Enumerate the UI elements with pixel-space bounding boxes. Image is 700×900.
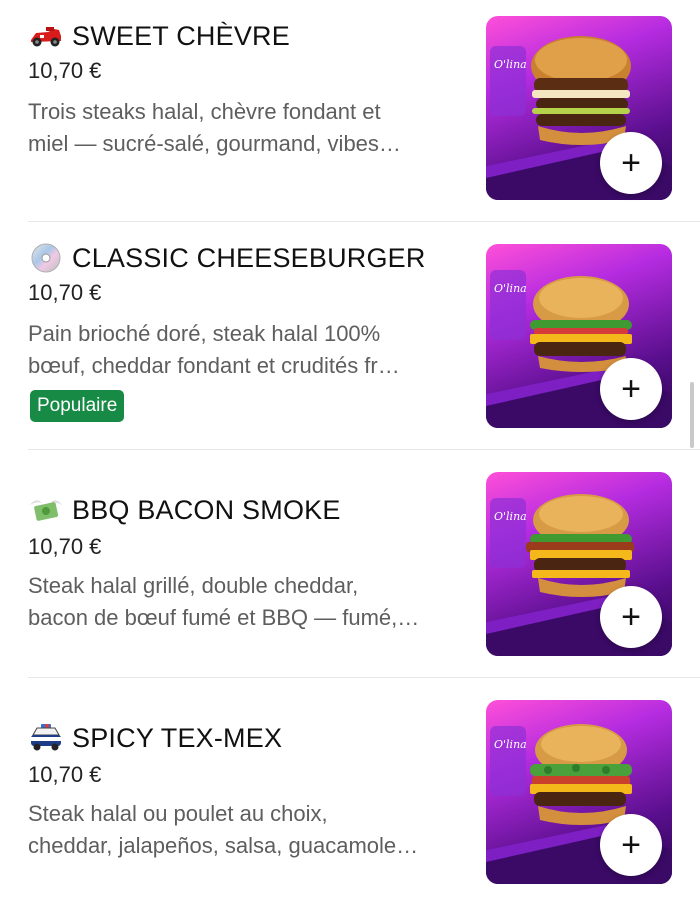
item-price: 10,70 € [28,762,102,787]
item-description: Steak halal ou poulet au choix, cheddar,… [28,798,468,862]
item-description: Pain brioché doré, steak halal 100% bœuf… [28,318,468,382]
menu-item[interactable]: SPICY TEX-MEX 10,70 € Steak halal ou pou… [0,678,700,900]
add-to-cart-button[interactable]: + [600,814,662,876]
scrollbar[interactable] [690,382,694,448]
item-title-row: BBQ BACON SMOKE [28,492,341,528]
description-line: Steak halal ou poulet au choix, [28,801,328,826]
description-line: cheddar, jalapeños, salsa, guacamole… [28,833,419,858]
popular-badge: Populaire [30,390,125,422]
brand-logo: O'lina [494,58,527,71]
money-with-wings-icon [28,495,64,525]
add-to-cart-button[interactable]: + [600,132,662,194]
item-title-row: SPICY TEX-MEX [28,720,282,756]
brand-logo: O'lina [494,738,527,751]
description-line: Pain brioché doré, steak halal 100% [28,321,381,346]
brand-logo: O'lina [494,282,527,295]
description-line: Trois steaks halal, chèvre fondant et [28,99,381,124]
item-title: BBQ BACON SMOKE [72,494,341,525]
menu-item[interactable]: SWEET CHÈVRE 10,70 € Trois steaks halal,… [0,0,700,222]
menu-item[interactable]: BBQ BACON SMOKE 10,70 € Steak halal gril… [0,450,700,678]
description-line: bœuf, cheddar fondant et crudités fr… [28,353,400,378]
description-line: Steak halal grillé, double cheddar, [28,573,359,598]
item-description: Steak halal grillé, double cheddar, baco… [28,570,468,634]
police-car-icon [28,723,64,753]
item-title: CLASSIC CHEESEBURGER [72,242,426,273]
item-description: Trois steaks halal, chèvre fondant et mi… [28,96,468,160]
description-line: miel — sucré-salé, gourmand, vibes… [28,131,401,156]
item-price: 10,70 € [28,58,102,83]
add-to-cart-button[interactable]: + [600,358,662,420]
brand-logo: O'lina [494,510,527,523]
race-car-icon [28,21,64,51]
cd-disc-icon [28,243,64,273]
item-title: SWEET CHÈVRE [72,20,290,51]
item-title-row: CLASSIC CHEESEBURGER [28,240,426,276]
menu-item[interactable]: CLASSIC CHEESEBURGER 10,70 € Pain brioch… [0,222,700,450]
description-line: bacon de bœuf fumé et BBQ — fumé,… [28,605,420,630]
add-to-cart-button[interactable]: + [600,586,662,648]
item-price: 10,70 € [28,534,102,559]
item-title: SPICY TEX-MEX [72,722,283,753]
item-title-row: SWEET CHÈVRE [28,18,290,54]
item-price: 10,70 € [28,280,102,305]
